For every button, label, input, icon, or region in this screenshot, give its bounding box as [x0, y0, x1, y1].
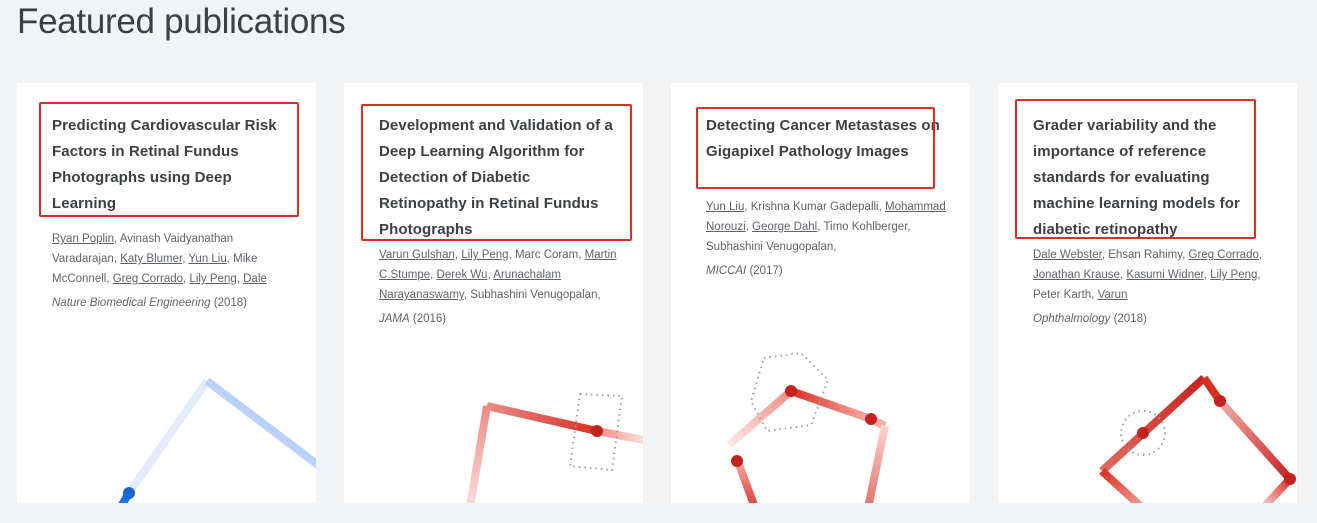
venue-line: JAMA (2016)	[379, 313, 619, 325]
author-link[interactable]: Katy Blumer	[120, 253, 182, 265]
page-title: Featured publications	[17, 2, 346, 41]
author-link[interactable]: Yun Liu	[188, 253, 226, 265]
publication-title[interactable]: Grader variability and the importance of…	[1033, 113, 1273, 241]
publication-card-3[interactable]: Detecting Cancer Metastases on Gigapixel…	[671, 83, 970, 503]
venue-year: (2017)	[749, 265, 783, 277]
author-link[interactable]: Derek Wu	[437, 269, 488, 281]
publication-card-1[interactable]: Predicting Cardiovascular Risk Factors i…	[17, 83, 316, 503]
publication-title[interactable]: Detecting Cancer Metastases on Gigapixel…	[706, 113, 946, 191]
author-name: Marc Coram	[514, 249, 579, 261]
author-link[interactable]: George Dahl	[752, 221, 817, 233]
venue-name: JAMA	[379, 313, 410, 325]
publication-card-4[interactable]: Grader variability and the importance of…	[998, 83, 1297, 503]
venue-line: MICCAI (2017)	[706, 265, 946, 277]
author-list: Ryan Poplin, Avinash Vaidyanathan Varada…	[52, 233, 267, 285]
author-link[interactable]: Dale Webster	[1033, 249, 1102, 261]
author-name: Ehsan Rahimy	[1108, 249, 1183, 261]
author-name: Subhashini Venugopalan	[470, 289, 598, 301]
venue-name: MICCAI	[706, 265, 747, 277]
author-list: Yun Liu, Krishna Kumar Gadepalli, Mohamm…	[706, 201, 946, 253]
venue-name: Nature Biomedical Engineering	[52, 297, 211, 309]
author-list: Dale Webster, Ehsan Rahimy, Greg Corrado…	[1033, 249, 1263, 301]
author-list: Varun Gulshan, Lily Peng, Marc Coram, Ma…	[379, 249, 617, 301]
venue-line: Ophthalmology (2018)	[1033, 313, 1273, 325]
author-name: Peter Karth	[1033, 289, 1092, 301]
publication-title[interactable]: Predicting Cardiovascular Risk Factors i…	[52, 113, 292, 217]
venue-year: (2018)	[1113, 313, 1147, 325]
author-link[interactable]: Lily Peng	[461, 249, 508, 261]
author-link[interactable]: Lily Peng	[1210, 269, 1257, 281]
venue-year: (2016)	[412, 313, 447, 325]
author-name: Krishna Kumar Gadepalli	[750, 201, 879, 213]
venue-year: (2018)	[213, 297, 247, 309]
author-link[interactable]: Ryan Poplin	[52, 233, 114, 245]
publication-card-2[interactable]: Development and Validation of a Deep Lea…	[344, 83, 643, 503]
author-link[interactable]: Dale	[243, 273, 267, 285]
author-link[interactable]: Yun Liu	[706, 201, 744, 213]
author-link[interactable]: Greg Corrado	[113, 273, 183, 285]
venue-name: Ophthalmology	[1033, 313, 1111, 325]
author-link[interactable]: Varun Gulshan	[379, 249, 455, 261]
author-link[interactable]: Varun	[1098, 289, 1128, 301]
author-link[interactable]: Kasumi Widner	[1126, 269, 1203, 281]
author-name: Subhashini Venugopalan	[706, 241, 834, 253]
publication-title[interactable]: Development and Validation of a Deep Lea…	[379, 113, 619, 241]
author-link[interactable]: Jonathan Krause	[1033, 269, 1120, 281]
author-link[interactable]: Greg Corrado	[1189, 249, 1259, 261]
author-name: Timo Kohlberger	[823, 221, 908, 233]
author-link[interactable]: Lily Peng	[189, 273, 236, 285]
venue-line: Nature Biomedical Engineering (2018)	[52, 297, 292, 309]
